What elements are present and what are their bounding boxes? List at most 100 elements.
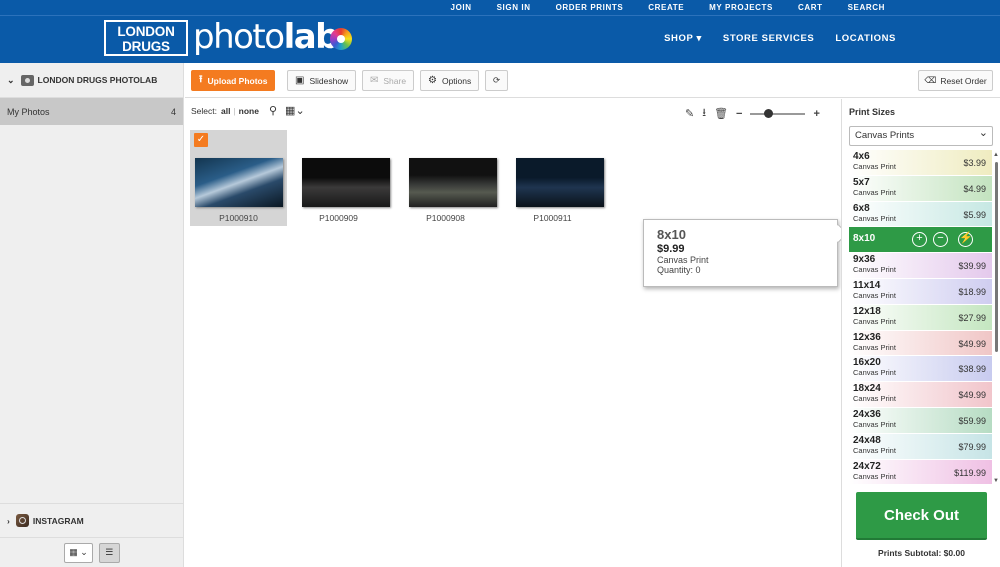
album-label: My Photos [7, 106, 50, 117]
main-nav: SHOP ▾ STORE SERVICES LOCATIONS [643, 33, 896, 44]
photo-thumbnail[interactable] [409, 158, 497, 207]
source-instagram[interactable]: › INSTAGRAM [0, 503, 184, 537]
print-sizes-panel: Print Sizes Canvas Prints 4x6Canvas Prin… [841, 99, 1000, 567]
options-button[interactable]: ⚙ Options [420, 70, 480, 91]
checkbox-checked-icon[interactable]: ✓ [194, 133, 208, 147]
trash-icon[interactable]: 🗑 [714, 107, 728, 120]
upload-icon: ⭱ [199, 74, 203, 85]
edit-icon[interactable]: ✎ [685, 107, 694, 120]
tooltip-price: $9.99 [657, 243, 685, 255]
photo-tile[interactable]: P1000911 [504, 130, 604, 226]
prints-subtotal: Prints Subtotal: $0.00 [878, 548, 965, 558]
mainnav-link-2[interactable]: LOCATIONS [835, 33, 896, 44]
select-none-link[interactable]: none [239, 106, 259, 116]
album-count: 4 [170, 106, 176, 117]
print-size-12x18[interactable]: 12x18 Canvas Print $27.99 [849, 304, 992, 331]
refresh-icon: ⟳ [493, 75, 501, 85]
gear-icon: ⚙ [428, 75, 437, 86]
tooltip-quantity: Quantity: 0 [657, 265, 701, 275]
topnav-link-0[interactable]: JOIN [426, 0, 472, 15]
print-size-11x14[interactable]: 11x14 Canvas Print $18.99 [849, 278, 992, 305]
select-label: Select: [191, 105, 217, 116]
clear-icon: ⌫ [924, 75, 937, 85]
upload-label: Upload Photos [207, 75, 268, 86]
share-button[interactable]: ✉ Share [362, 70, 415, 91]
photo-tile[interactable]: P1000909 [290, 130, 390, 226]
print-size-6x8[interactable]: 6x8 Canvas Print $5.99 [849, 201, 992, 228]
print-size-24x72[interactable]: 24x72 Canvas Print $119.99 [849, 459, 992, 486]
photo-filename: P1000910 [219, 213, 258, 223]
refresh-button[interactable]: ⟳ [485, 70, 509, 91]
checkout-button[interactable]: Check Out [856, 492, 987, 540]
print-size-8x10[interactable]: 8x10 + − ⚡ [849, 227, 992, 254]
instagram-label: INSTAGRAM [32, 515, 84, 526]
album-my-photos[interactable]: My Photos 4 [0, 98, 183, 125]
source-label: LONDON DRUGS PHOTOLAB [37, 75, 158, 85]
photo-thumbnail[interactable] [516, 158, 604, 207]
scroll-down-icon[interactable]: ▼ [993, 478, 999, 484]
london-drugs-logo[interactable]: LONDON DRUGS [104, 20, 188, 56]
photo-thumbnail[interactable] [195, 158, 283, 207]
select-separator: | [233, 105, 236, 116]
topnav-link-5[interactable]: CART [773, 0, 823, 15]
size-price: $79.99 [958, 441, 986, 452]
source-header[interactable]: ⌄ LONDON DRUGS PHOTOLAB [0, 63, 183, 98]
print-size-18x24[interactable]: 18x24 Canvas Print $49.99 [849, 382, 992, 408]
zoom-in-icon[interactable]: + [813, 108, 819, 120]
size-price: $49.99 [958, 338, 986, 349]
scroll-thumb[interactable] [995, 162, 998, 352]
list-view-button[interactable]: ☰ [98, 542, 120, 563]
size-price: $49.99 [958, 390, 986, 401]
slideshow-label: Slideshow [309, 75, 349, 86]
topnav-link-3[interactable]: CREATE [623, 0, 684, 15]
size-price: $39.99 [958, 261, 986, 272]
select-all-link[interactable]: all [221, 106, 230, 116]
size-price: $18.99 [958, 286, 986, 297]
share-label: Share [383, 75, 407, 86]
calendar-filter-icon[interactable]: ▦⌄ [285, 104, 305, 117]
wordmark-photo: photo [193, 17, 285, 57]
reset-order-button[interactable]: ⌫ Reset Order [918, 70, 993, 91]
slideshow-button[interactable]: ▣ Slideshow [287, 70, 357, 91]
print-size-24x48[interactable]: 24x48 Canvas Print $79.99 [849, 433, 992, 460]
envelope-icon: ✉ [370, 75, 379, 86]
photo-tile[interactable]: P1000908 [397, 130, 497, 226]
print-sizes-title: Print Sizes [849, 107, 896, 117]
size-list-scrollbar[interactable]: ▲ ▼ [993, 152, 999, 484]
topnav-link-6[interactable]: SEARCH [823, 0, 885, 15]
upload-photos-button[interactable]: ⭱ Upload Photos [191, 70, 276, 91]
mainnav-link-1[interactable]: STORE SERVICES [723, 33, 814, 44]
photo-filename: P1000908 [426, 213, 465, 223]
calendar-sort-button[interactable]: ▦ ⌄ [64, 542, 93, 563]
zoom-out-icon[interactable]: − [736, 108, 742, 120]
search-icon[interactable]: ⚲ [269, 104, 277, 117]
size-price: $59.99 [958, 415, 986, 426]
film-icon: ▣ [295, 75, 305, 86]
product-type-select[interactable]: Canvas Prints [849, 124, 993, 146]
photo-filename: P1000909 [319, 213, 358, 223]
topnav-link-2[interactable]: ORDER PRINTS [531, 0, 624, 15]
zoom-slider[interactable] [750, 108, 806, 118]
tooltip-size: 8x10 [657, 227, 686, 242]
print-size-5x7[interactable]: 5x7 Canvas Print $4.99 [849, 175, 992, 202]
scroll-up-icon[interactable]: ▲ [993, 152, 999, 158]
size-list: 4x6 Canvas Print $3.99 5x7 Canvas Print $4.99… [849, 150, 992, 487]
logo-line2: DRUGS [122, 39, 170, 54]
tooltip-type: Canvas Print [657, 255, 709, 265]
instagram-icon [15, 514, 29, 527]
print-size-24x36[interactable]: 24x36 Canvas Print $59.99 [849, 407, 992, 434]
mainnav-link-0[interactable]: SHOP ▾ [664, 33, 702, 44]
sources-sidebar: ⌄ LONDON DRUGS PHOTOLAB My Photos 4 › IN… [0, 63, 184, 567]
print-size-9x36[interactable]: 9x36 Canvas Print $39.99 [849, 253, 992, 279]
photo-toolbar: ⭱ Upload Photos ▣ Slideshow ✉ Share ⚙ Option… [185, 63, 1000, 98]
topnav-link-1[interactable]: SIGN IN [472, 0, 531, 15]
print-size-16x20[interactable]: 16x20 Canvas Print $38.99 [849, 356, 992, 383]
logo-line1: LONDON [117, 24, 175, 39]
photo-thumbnail[interactable] [302, 158, 390, 207]
download-icon[interactable]: ⭳ [702, 104, 706, 123]
print-size-12x36[interactable]: 12x36 Canvas Print $49.99 [849, 330, 992, 357]
topnav-link-4[interactable]: MY PROJECTS [684, 0, 773, 15]
photolab-wordmark[interactable]: photolab [193, 17, 340, 57]
photo-tile[interactable]: ✓ P1000910 [190, 130, 287, 226]
print-size-4x6[interactable]: 4x6 Canvas Print $3.99 [849, 150, 992, 176]
